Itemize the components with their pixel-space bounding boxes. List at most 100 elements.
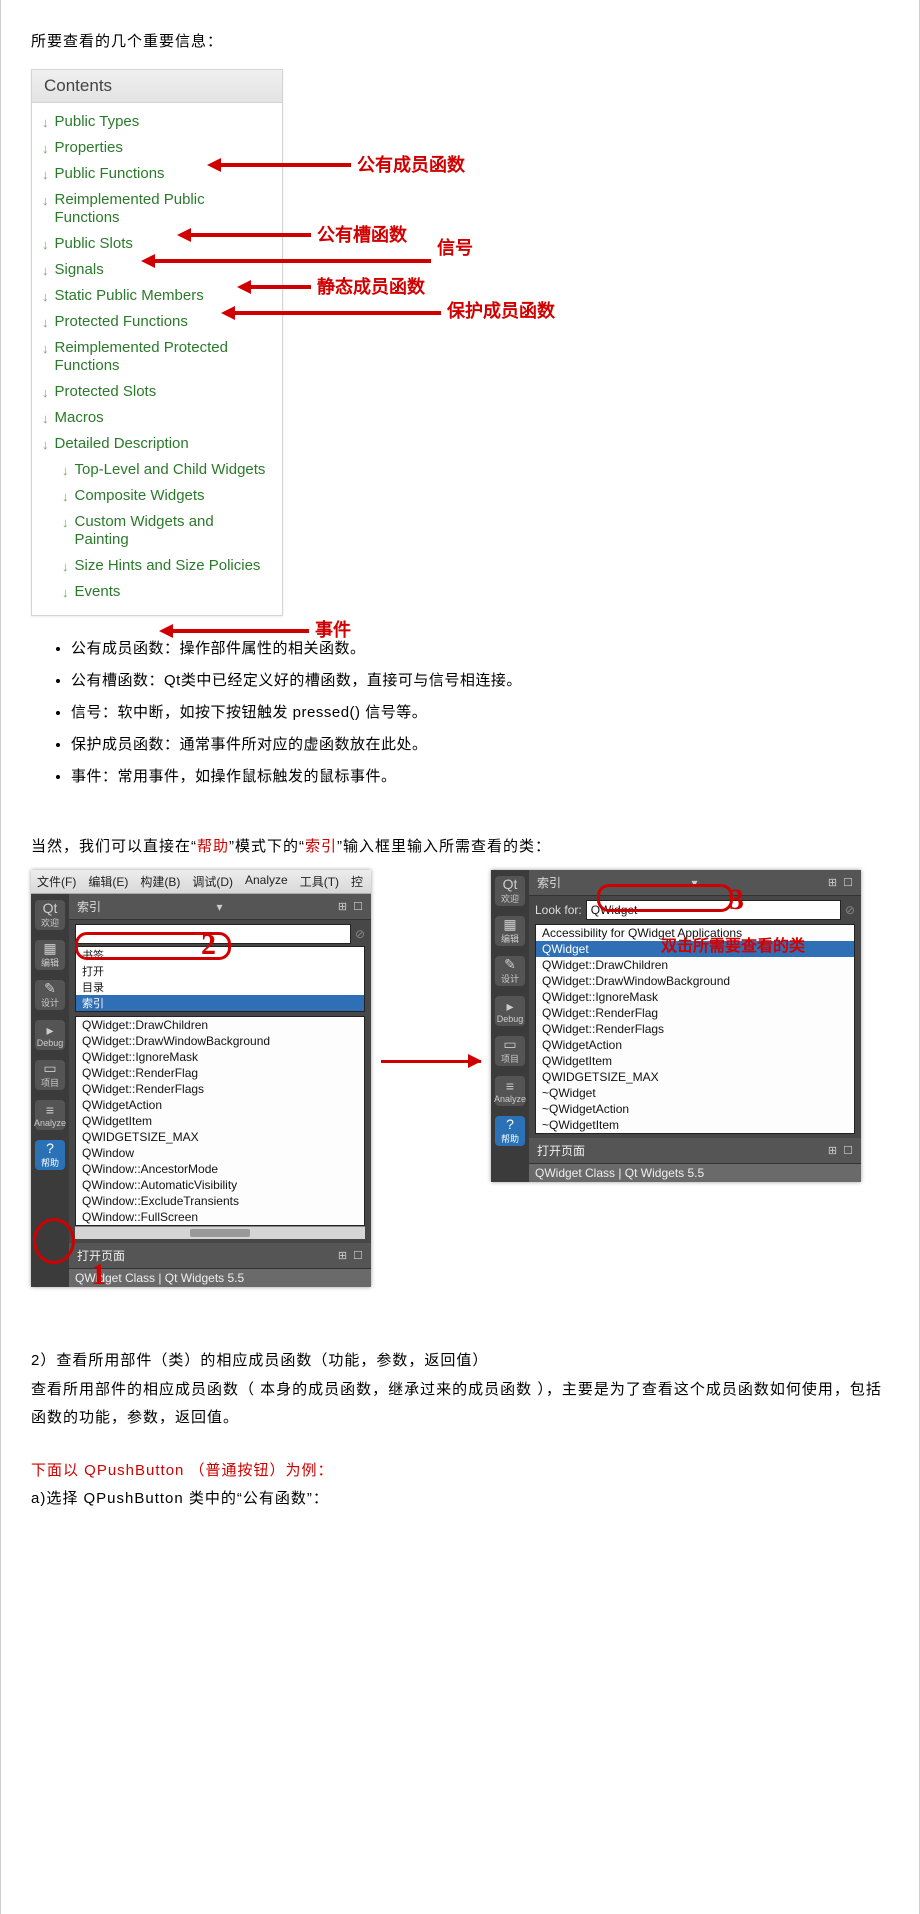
index-panel-header[interactable]: 索引 ▾ ⊞☐ xyxy=(69,894,371,920)
contents-item-label: Properties xyxy=(55,139,123,157)
sidebar-mode-button[interactable]: ▦编辑 xyxy=(495,916,525,946)
clear-icon[interactable]: ⊘ xyxy=(355,927,365,941)
clear-icon[interactable]: ⊘ xyxy=(845,903,855,917)
close-panel-icon[interactable]: ☐ xyxy=(843,876,853,889)
lookfor-label: Look for: xyxy=(535,903,582,917)
mode-icon: ✎ xyxy=(44,981,56,995)
contents-item[interactable]: ↓Reimplemented Protected Functions xyxy=(40,335,274,379)
mode-icon: ? xyxy=(46,1141,54,1155)
menu-item[interactable]: 编辑(E) xyxy=(88,873,128,890)
contents-item[interactable]: ↓Public Types xyxy=(40,109,274,135)
contents-item[interactable]: ↓Composite Widgets xyxy=(40,483,274,509)
down-arrow-icon: ↓ xyxy=(62,515,69,531)
contents-item[interactable]: ↓Detailed Description xyxy=(40,431,274,457)
list-item[interactable]: QWidget::IgnoreMask xyxy=(76,1049,364,1065)
contents-item[interactable]: ↓Protected Slots xyxy=(40,379,274,405)
list-item[interactable]: QWidgetAction xyxy=(536,1037,854,1053)
list-item[interactable]: QWindow::FullScreen xyxy=(76,1209,364,1225)
sidebar-mode-button[interactable]: ✎设计 xyxy=(35,980,65,1010)
mode-icon: Qt xyxy=(43,901,58,915)
list-item[interactable]: QWIDGETSIZE_MAX xyxy=(76,1129,364,1145)
open-pages-header[interactable]: 打开页面 ⊞☐ xyxy=(69,1243,371,1269)
dropdown-icon[interactable]: ▾ xyxy=(216,900,222,914)
list-item[interactable]: QWidgetAction xyxy=(76,1097,364,1113)
dropdown-option[interactable]: 目录 xyxy=(76,979,364,995)
list-item[interactable]: QWidget::IgnoreMask xyxy=(536,989,854,1005)
contents-item-label: Reimplemented Protected Functions xyxy=(55,339,273,375)
index-list[interactable]: QWidget::DrawChildrenQWidget::DrawWindow… xyxy=(75,1016,365,1226)
menu-item[interactable]: 构建(B) xyxy=(140,873,180,890)
horizontal-scrollbar[interactable] xyxy=(75,1226,365,1239)
list-item[interactable]: QWidget::DrawChildren xyxy=(76,1017,364,1033)
sidebar-mode-button[interactable]: ≡Analyze xyxy=(495,1076,525,1106)
list-item[interactable]: QWindow::AncestorMode xyxy=(76,1161,364,1177)
qt-screenshots-row: 文件(F) 编辑(E) 构建(B) 调试(D) Analyze 工具(T) 控 Qt欢迎 ▦编… xyxy=(31,870,889,1287)
mode-sidebar[interactable]: Qt欢迎 ▦编辑 ✎设计 ▸Debug ▭项目 ≡Analyze ?帮助 xyxy=(491,870,529,1182)
section2-red-line: 下面以 QPushButton （普通按钮）为例： xyxy=(31,1457,889,1486)
list-item[interactable]: ~QWidget xyxy=(536,1085,854,1101)
split-icon[interactable]: ⊞ xyxy=(338,1249,347,1262)
list-item[interactable]: QWindow::ExcludeTransients xyxy=(76,1193,364,1209)
split-icon[interactable]: ⊞ xyxy=(828,876,837,889)
scrollbar-thumb[interactable] xyxy=(190,1229,250,1237)
sidebar-mode-button[interactable]: ▸Debug xyxy=(35,1020,65,1050)
open-pages-header[interactable]: 打开页面 ⊞☐ xyxy=(529,1138,861,1164)
open-page-item[interactable]: QWidget Class | Qt Widgets 5.5 xyxy=(69,1269,371,1287)
panel-title: 索引 xyxy=(537,874,561,891)
list-item[interactable]: QWidget::DrawWindowBackground xyxy=(536,973,854,989)
close-panel-icon[interactable]: ☐ xyxy=(353,1249,363,1262)
sidebar-mode-button[interactable]: ▭项目 xyxy=(495,1036,525,1066)
arrow-head-icon xyxy=(159,624,173,638)
arrow-head-icon xyxy=(177,228,191,242)
sidebar-mode-button[interactable]: ≡Analyze xyxy=(35,1100,65,1130)
contents-item-label: Protected Slots xyxy=(55,383,157,401)
split-icon[interactable]: ⊞ xyxy=(338,900,347,913)
sidebar-mode-button[interactable]: Qt欢迎 xyxy=(35,900,65,930)
list-item[interactable]: QWidget::DrawChildren xyxy=(536,957,854,973)
dropdown-option-selected[interactable]: 索引 xyxy=(76,995,364,1011)
down-arrow-icon: ↓ xyxy=(42,141,49,157)
sidebar-mode-button[interactable]: Qt欢迎 xyxy=(495,876,525,906)
contents-item[interactable]: ↓ Properties xyxy=(40,135,274,161)
close-panel-icon[interactable]: ☐ xyxy=(353,900,363,913)
list-item[interactable]: QWidgetItem xyxy=(76,1113,364,1129)
contents-item[interactable]: ↓Custom Widgets and Painting xyxy=(40,509,274,553)
contents-item[interactable]: ↓Size Hints and Size Policies xyxy=(40,553,274,579)
dropdown-option[interactable]: 打开 xyxy=(76,963,364,979)
list-item[interactable]: QWindow xyxy=(76,1145,364,1161)
contents-item-label: Top-Level and Child Widgets xyxy=(75,461,266,479)
list-item[interactable]: ~QWidgetAction xyxy=(536,1101,854,1117)
contents-item[interactable]: ↓Top-Level and Child Widgets xyxy=(40,457,274,483)
sidebar-mode-button[interactable]: ▦编辑 xyxy=(35,940,65,970)
list-item[interactable]: QWindow::AutomaticVisibility xyxy=(76,1177,364,1193)
list-item[interactable]: ~QWidgetItem xyxy=(536,1117,854,1133)
sidebar-mode-button[interactable]: ▸Debug xyxy=(495,996,525,1026)
list-item[interactable]: QWidget::RenderFlag xyxy=(76,1065,364,1081)
menu-item[interactable]: Analyze xyxy=(245,873,288,890)
list-item[interactable]: QWidget::RenderFlag xyxy=(536,1005,854,1021)
list-item[interactable]: QWidget::RenderFlags xyxy=(536,1021,854,1037)
menu-item[interactable]: 调试(D) xyxy=(192,873,233,890)
list-item[interactable]: QWidget::RenderFlags xyxy=(76,1081,364,1097)
menubar[interactable]: 文件(F) 编辑(E) 构建(B) 调试(D) Analyze 工具(T) 控 xyxy=(31,870,371,894)
split-icon[interactable]: ⊞ xyxy=(828,1144,837,1157)
contents-item[interactable]: ↓Reimplemented Public Functions xyxy=(40,187,274,231)
open-page-item[interactable]: QWidget Class | Qt Widgets 5.5 xyxy=(529,1164,861,1182)
list-item[interactable]: QWidgetItem xyxy=(536,1053,854,1069)
contents-item-label: Composite Widgets xyxy=(75,487,205,505)
menu-item[interactable]: 文件(F) xyxy=(37,873,76,890)
contents-item[interactable]: ↓Events xyxy=(40,579,274,605)
menu-item[interactable]: 工具(T) xyxy=(300,873,339,890)
sidebar-mode-button[interactable]: ?帮助 xyxy=(495,1116,525,1146)
sidebar-mode-button[interactable]: ▭项目 xyxy=(35,1060,65,1090)
down-arrow-icon: ↓ xyxy=(42,263,49,279)
arrow-line xyxy=(173,629,309,633)
list-item[interactable]: QWidget::DrawWindowBackground xyxy=(76,1033,364,1049)
contents-item[interactable]: ↓Macros xyxy=(40,405,274,431)
contents-with-annotations: Contents ↓Public Types↓Properties↓Public… xyxy=(31,69,889,616)
sidebar-mode-button[interactable]: ✎设计 xyxy=(495,956,525,986)
sidebar-mode-button[interactable]: ?帮助 xyxy=(35,1140,65,1170)
menu-item[interactable]: 控 xyxy=(351,873,363,890)
list-item[interactable]: QWIDGETSIZE_MAX xyxy=(536,1069,854,1085)
close-panel-icon[interactable]: ☐ xyxy=(843,1144,853,1157)
